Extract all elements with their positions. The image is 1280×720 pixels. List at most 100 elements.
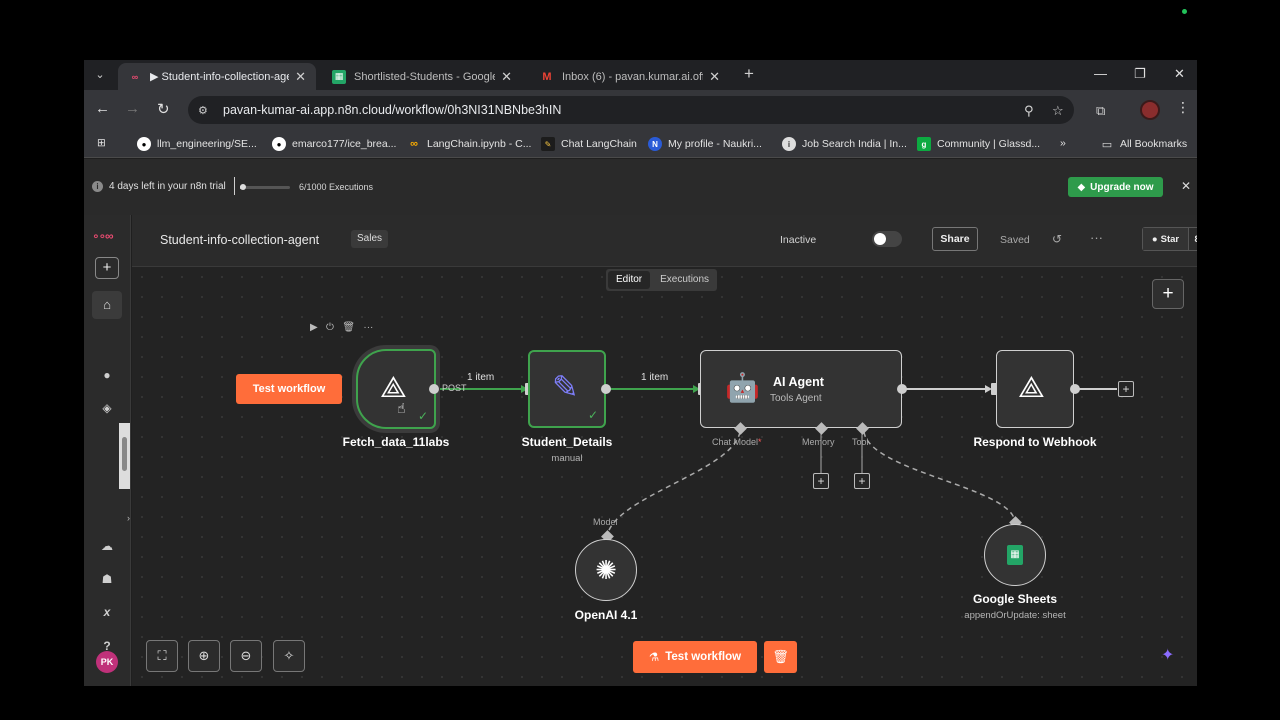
browser-toolbar: ← → ↻ ⚙ pavan-kumar-ai.app.n8n.cloud/wor…	[84, 90, 1197, 130]
site-info-icon[interactable]: ⚙	[198, 104, 214, 117]
node-openai[interactable]: ✺	[575, 539, 637, 601]
history-icon[interactable]: ↺	[1052, 232, 1062, 246]
star-label: Star	[1160, 233, 1180, 245]
output-handle[interactable]	[601, 384, 611, 394]
workflow-header: Student-info-collection-agent Sales Inac…	[132, 215, 1197, 267]
extensions-icon[interactable]: ⧉	[1096, 103, 1105, 119]
zoom-in-button[interactable]: ⊕	[188, 640, 220, 672]
mouse-cursor-icon: ☝	[397, 400, 406, 416]
expand-sidebar-icon[interactable]: ›	[127, 513, 130, 523]
active-toggle[interactable]	[872, 231, 902, 247]
connections-layer	[434, 385, 1117, 538]
tab-google-sheets[interactable]: ▦ Shortlisted-Students - Google S ✕	[322, 63, 522, 90]
node-fetch-data[interactable]: ⟁ ✓	[356, 349, 436, 429]
active-status-label: Inactive	[780, 234, 817, 246]
tab-gmail[interactable]: M Inbox (6) - pavan.kumar.ai.offic ✕	[530, 63, 730, 90]
bookmark-label: emarco177/ice_brea...	[292, 138, 397, 150]
restore-icon[interactable]: ❐	[1134, 66, 1146, 82]
node-google-sheets[interactable]: ▦	[984, 524, 1046, 586]
ai-assistant-icon[interactable]: ✦	[1161, 645, 1174, 665]
tidy-up-button[interactable]: ✧	[273, 640, 305, 672]
node-respond-webhook[interactable]: ⟁	[996, 350, 1074, 428]
back-icon[interactable]: ←	[95, 100, 110, 117]
naukri-icon: N	[648, 137, 662, 151]
apps-grid-icon[interactable]: ⊞	[97, 137, 106, 149]
node-label: OpenAI 4.1	[574, 608, 638, 622]
team-icon[interactable]: ☗	[94, 572, 120, 586]
power-icon[interactable]: ⏻	[326, 322, 334, 333]
address-bar[interactable]: ⚙ pavan-kumar-ai.app.n8n.cloud/workflow/…	[188, 96, 1074, 124]
reload-icon[interactable]: ↻	[157, 100, 170, 118]
add-memory-button[interactable]: +	[813, 473, 829, 489]
tab-n8n-workflow[interactable]: ∞ ▶ Student-info-collection-agen ✕	[118, 63, 316, 90]
test-workflow-button[interactable]: ⚗ Test workflow	[633, 641, 757, 673]
upgrade-button[interactable]: ◆ Upgrade now	[1068, 177, 1163, 197]
workflow-name[interactable]: Student-info-collection-agent	[160, 233, 319, 247]
bookmark-item[interactable]: g Community | Glassd...	[917, 137, 1040, 151]
home-icon[interactable]: ⌂	[92, 291, 122, 319]
github-star-button[interactable]: ●Star 84,018	[1142, 227, 1197, 251]
layers-icon[interactable]: ◈	[94, 401, 120, 415]
n8n-logo[interactable]: ∘∘∞	[92, 229, 114, 243]
bookmark-item[interactable]: ● emarco177/ice_brea...	[272, 137, 396, 151]
avatar[interactable]: PK	[96, 651, 118, 673]
node-subtitle: appendOrUpdate: sheet	[964, 610, 1066, 621]
user-icon[interactable]: ●	[94, 368, 120, 382]
node-ai-agent[interactable]: 🤖 AI Agent Tools Agent	[700, 350, 902, 428]
progress-dot	[240, 184, 246, 190]
zoom-out-button[interactable]: ⊖	[230, 640, 262, 672]
fit-view-button[interactable]: ⛶	[146, 640, 178, 672]
play-icon[interactable]: ▶	[310, 322, 318, 333]
test-workflow-side-button[interactable]: Test workflow	[236, 374, 342, 404]
share-button[interactable]: Share	[932, 227, 978, 251]
divider	[234, 177, 235, 195]
bookmark-item[interactable]: ✎ Chat LangChain	[541, 137, 637, 151]
bookmark-item[interactable]: ● llm_engineering/SE...	[137, 137, 257, 151]
forward-icon[interactable]: →	[125, 100, 140, 117]
profile-avatar[interactable]	[1140, 100, 1160, 120]
more-options-icon[interactable]: ···	[1090, 230, 1103, 245]
browser-menu-icon[interactable]: ⋮	[1176, 99, 1190, 116]
add-tool-button[interactable]: +	[854, 473, 870, 489]
node-student-details[interactable]: ✎ ✓	[528, 350, 606, 428]
output-handle[interactable]	[1070, 384, 1080, 394]
bookmarks-overflow-button[interactable]: »	[1060, 137, 1066, 149]
tab-title: Shortlisted-Students - Google S	[354, 70, 496, 83]
bookmark-star-icon[interactable]: ☆	[1052, 103, 1064, 119]
tab-search-chevron-icon[interactable]: ⌄	[90, 65, 110, 85]
banner-close-icon[interactable]: ✕	[1181, 179, 1191, 193]
pencil-icon: ✎	[552, 369, 579, 405]
output-handle[interactable]	[897, 384, 907, 394]
bookmark-item[interactable]: ∞ LangChain.ipynb - C...	[407, 137, 531, 151]
node-subtitle: Tools Agent	[770, 393, 822, 404]
node-label: Fetch_data_11labs	[342, 435, 450, 449]
delete-icon[interactable]: 🗑	[342, 322, 355, 333]
new-tab-button[interactable]: +	[744, 64, 754, 84]
workflow-tag[interactable]: Sales	[351, 230, 389, 248]
sidebar-scrollbar[interactable]	[119, 423, 130, 489]
bookmark-item[interactable]: i Job Search India | In...	[782, 137, 907, 151]
output-handle[interactable]	[429, 384, 439, 394]
bookmark-item[interactable]: N My profile - Naukri...	[648, 137, 762, 151]
more-icon[interactable]: ···	[363, 322, 373, 333]
add-next-node-button[interactable]: +	[1118, 381, 1134, 397]
workflow-canvas[interactable]: Editor Executions + ▶ ⏻ 🗑 ··· Test workf…	[132, 267, 1197, 686]
star-count: 84,018	[1189, 228, 1197, 250]
tab-close-icon[interactable]: ✕	[295, 69, 306, 85]
tab-close-icon[interactable]: ✕	[709, 69, 720, 85]
create-button[interactable]: +	[95, 257, 119, 279]
test-workflow-label: Test workflow	[665, 651, 742, 663]
window-close-icon[interactable]: ✕	[1174, 66, 1185, 82]
zoom-search-icon[interactable]: ⚲	[1024, 103, 1034, 119]
glassdoor-icon: g	[917, 137, 931, 151]
tab-close-icon[interactable]: ✕	[501, 69, 512, 85]
executions-count: 6/1000 Executions	[299, 182, 374, 192]
clear-execution-button[interactable]: 🗑	[764, 641, 797, 673]
all-bookmarks-button[interactable]: ▭ All Bookmarks	[1100, 137, 1187, 151]
flask-icon: ⚗	[648, 652, 660, 664]
minimize-icon[interactable]: —	[1094, 66, 1107, 81]
node-label: Student_Details	[521, 435, 613, 449]
handle-method-label: POST	[442, 383, 467, 393]
variables-icon[interactable]: x	[94, 605, 120, 619]
cloud-icon[interactable]: ☁	[94, 539, 120, 553]
